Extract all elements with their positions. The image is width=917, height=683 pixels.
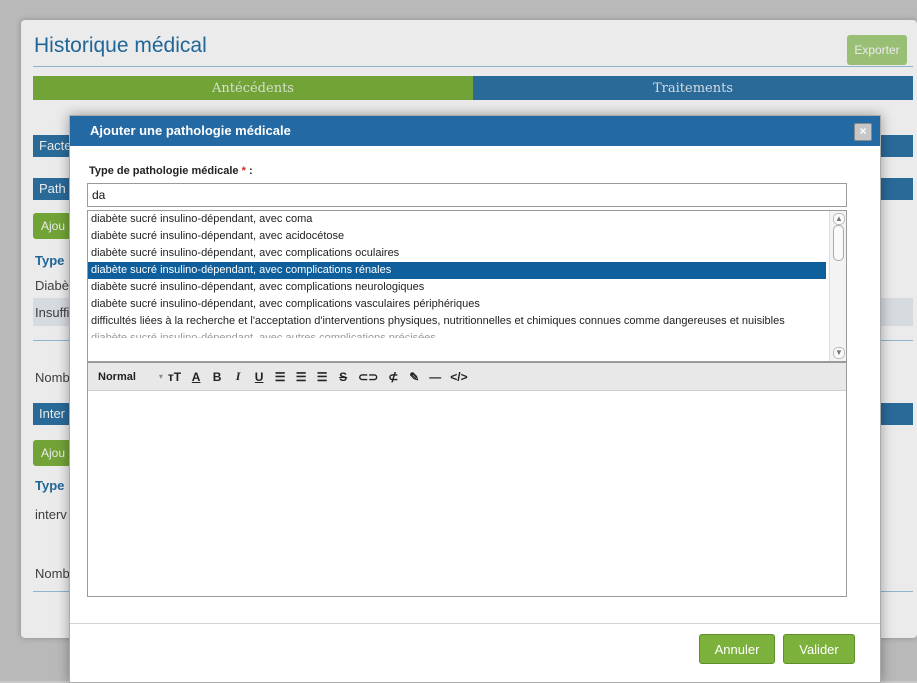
source-code-icon[interactable]: </> — [450, 370, 467, 384]
dialog-title: Ajouter une pathologie médicale — [90, 123, 291, 138]
field-label-text: Type de pathologie médicale — [89, 165, 239, 177]
scroll-down-icon[interactable]: ▼ — [833, 347, 845, 359]
add-pathology-dialog: Ajouter une pathologie médicale × Type d… — [69, 115, 881, 683]
unlink-icon[interactable]: ⊄ — [387, 370, 399, 384]
submit-button[interactable]: Valider — [783, 634, 855, 664]
link-icon[interactable]: ⊂⊃ — [358, 370, 378, 384]
close-icon[interactable]: × — [854, 123, 872, 141]
horizontal-rule-icon[interactable]: — — [429, 370, 441, 384]
font-color-icon[interactable]: A — [190, 370, 202, 384]
list-scrollbar[interactable]: ▲ ▼ — [829, 211, 846, 361]
footer-divider — [70, 623, 880, 624]
clear-format-icon[interactable]: ✎ — [408, 370, 420, 384]
pathology-search-input[interactable] — [87, 183, 847, 207]
list-item-selected[interactable]: diabète sucré insulino-dépendant, avec c… — [88, 262, 826, 279]
italic-icon[interactable]: I — [232, 369, 244, 384]
list-item[interactable]: diabète sucré insulino-dépendant, avec a… — [88, 330, 826, 338]
scroll-up-icon[interactable]: ▲ — [833, 213, 845, 225]
suggestion-list[interactable]: diabète sucré insulino-dépendant, avec c… — [87, 210, 847, 362]
list-item[interactable]: difficultés liées à la recherche et l'ac… — [88, 313, 826, 330]
list-item[interactable]: diabète sucré insulino-dépendant, avec c… — [88, 211, 826, 228]
list-item[interactable]: diabète sucré insulino-dépendant, avec a… — [88, 228, 826, 245]
align-right-icon[interactable]: ☰ — [316, 370, 328, 384]
chevron-down-icon[interactable]: ▾ — [159, 372, 163, 381]
align-center-icon[interactable]: ☰ — [295, 370, 307, 384]
strikethrough-icon[interactable]: S — [337, 370, 349, 384]
align-left-icon[interactable]: ☰ — [274, 370, 286, 384]
list-item[interactable]: diabète sucré insulino-dépendant, avec c… — [88, 279, 826, 296]
underline-icon[interactable]: U — [253, 370, 265, 384]
bold-icon[interactable]: B — [211, 370, 223, 384]
format-select[interactable]: Normal — [98, 371, 136, 383]
list-item[interactable]: diabète sucré insulino-dépendant, avec c… — [88, 296, 826, 313]
cancel-button[interactable]: Annuler — [699, 634, 775, 664]
field-label-suffix: : — [245, 165, 253, 177]
editor-toolbar: Normal ▾ тT A B I U ☰ ☰ ☰ S ⊂⊃ ⊄ ✎ — </> — [88, 363, 846, 391]
pathology-type-label: Type de pathologie médicale * : — [89, 165, 253, 177]
dialog-header: Ajouter une pathologie médicale — [70, 116, 880, 146]
font-size-icon[interactable]: тT — [168, 370, 181, 384]
list-item[interactable]: diabète sucré insulino-dépendant, avec c… — [88, 245, 826, 262]
rich-text-editor[interactable]: Normal ▾ тT A B I U ☰ ☰ ☰ S ⊂⊃ ⊄ ✎ — </> — [87, 362, 847, 597]
scroll-thumb[interactable] — [833, 225, 844, 261]
